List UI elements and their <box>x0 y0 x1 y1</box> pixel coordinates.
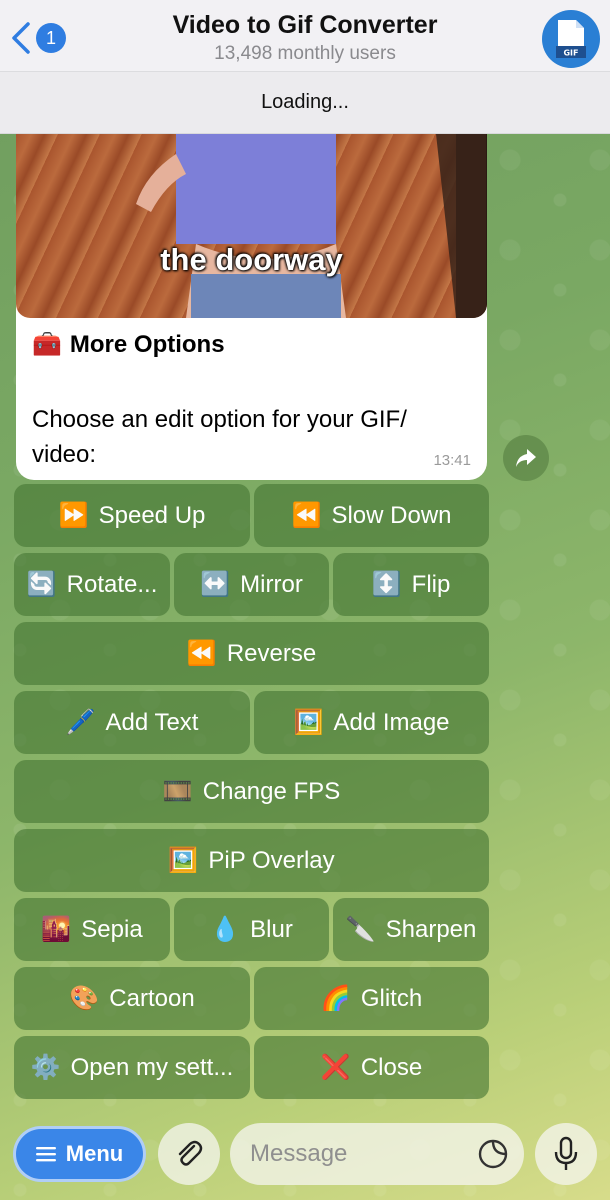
change-fps-button[interactable]: 🎞️ Change FPS <box>14 760 489 823</box>
droplet-icon: 💧 <box>210 916 241 943</box>
forward-button[interactable] <box>503 435 549 481</box>
reverse-button[interactable]: ⏪ Reverse <box>14 622 489 685</box>
message-body: Choose an edit option for your GIF/ vide… <box>32 406 407 468</box>
fast-forward-icon: ⏩ <box>58 502 89 529</box>
microphone-icon <box>554 1136 578 1170</box>
up-down-arrow-icon: ↕️ <box>371 571 402 598</box>
blur-label: Blur <box>250 915 293 943</box>
cross-mark-icon: ❌ <box>320 1054 351 1081</box>
cartoon-label: Cartoon <box>109 984 195 1012</box>
add-text-button[interactable]: 🖊️ Add Text <box>14 691 250 754</box>
sharpen-label: Sharpen <box>385 915 477 943</box>
cartoon-button[interactable]: 🎨 Cartoon <box>14 967 250 1030</box>
add-image-label: Add Image <box>333 708 450 736</box>
open-settings-button[interactable]: ⚙️ Open my sett... <box>14 1036 250 1099</box>
chat-header: 1 Video to Gif Converter 13,498 monthly … <box>0 0 610 72</box>
framed-picture-icon: 🖼️ <box>168 847 199 874</box>
toolbox-icon: 🧰 <box>32 331 62 358</box>
add-image-button[interactable]: 🖼️ Add Image <box>254 691 489 754</box>
rotate-button[interactable]: 🔄 Rotate... <box>14 553 170 616</box>
forward-arrow-icon <box>516 449 536 467</box>
change-fps-label: Change FPS <box>202 777 341 805</box>
knife-icon: 🔪 <box>345 916 376 943</box>
message-bubble[interactable]: the doorway 🧰 More Options Choose an edi… <box>16 134 487 480</box>
gif-frame-image <box>136 134 487 318</box>
blur-button[interactable]: 💧 Blur <box>174 898 329 961</box>
slow-down-label: Slow Down <box>331 501 452 529</box>
sepia-button[interactable]: 🌇 Sepia <box>14 898 170 961</box>
message-title-text: More Options <box>69 330 225 358</box>
pen-icon: 🖊️ <box>65 709 96 736</box>
mirror-button[interactable]: ↔️ Mirror <box>174 553 329 616</box>
open-settings-label: Open my sett... <box>70 1053 234 1081</box>
speed-up-button[interactable]: ⏩ Speed Up <box>14 484 250 547</box>
gear-icon: ⚙️ <box>30 1054 61 1081</box>
pip-overlay-label: PiP Overlay <box>208 846 335 874</box>
menu-label: Menu <box>65 1141 124 1166</box>
framed-picture-icon: 🖼️ <box>293 709 324 736</box>
loading-banner: Loading... <box>0 72 610 134</box>
gif-caption: the doorway <box>160 242 343 277</box>
gif-preview[interactable]: the doorway <box>16 134 487 318</box>
close-button[interactable]: ❌ Close <box>254 1036 489 1099</box>
glitch-button[interactable]: 🌈 Glitch <box>254 967 489 1030</box>
microphone-button[interactable] <box>535 1123 597 1185</box>
rotate-icon: 🔄 <box>26 571 57 598</box>
rotate-label: Rotate... <box>66 570 158 598</box>
message-time: 13:41 <box>433 452 471 469</box>
loading-text: Loading... <box>261 91 349 113</box>
menu-button[interactable]: Menu <box>13 1126 146 1182</box>
sepia-label: Sepia <box>81 915 143 943</box>
attach-button[interactable] <box>158 1123 220 1185</box>
glitch-label: Glitch <box>360 984 423 1012</box>
close-label: Close <box>360 1053 423 1081</box>
mirror-label: Mirror <box>240 570 303 598</box>
flip-label: Flip <box>411 570 451 598</box>
add-text-label: Add Text <box>105 708 199 736</box>
sticker-icon[interactable] <box>477 1138 509 1170</box>
chat-title[interactable]: Video to Gif Converter <box>0 11 610 40</box>
hamburger-icon <box>35 1147 56 1162</box>
gif-file-icon: GIF <box>556 20 586 58</box>
speed-up-label: Speed Up <box>98 501 206 529</box>
film-frames-icon: 🎞️ <box>162 778 193 805</box>
sharpen-button[interactable]: 🔪 Sharpen <box>333 898 489 961</box>
paperclip-icon <box>178 1140 203 1166</box>
bot-avatar[interactable]: GIF <box>542 10 600 68</box>
message-title: 🧰 More Options <box>32 330 225 359</box>
rewind-icon: ⏪ <box>186 640 217 667</box>
flip-button[interactable]: ↕️ Flip <box>333 553 489 616</box>
sunset-icon: 🌇 <box>41 916 72 943</box>
rainbow-icon: 🌈 <box>320 985 351 1012</box>
svg-text:GIF: GIF <box>563 49 578 58</box>
palette-icon: 🎨 <box>69 985 100 1012</box>
left-right-arrow-icon: ↔️ <box>200 571 231 598</box>
rewind-icon: ⏪ <box>291 502 322 529</box>
reverse-label: Reverse <box>226 639 317 667</box>
slow-down-button[interactable]: ⏪ Slow Down <box>254 484 489 547</box>
chat-subtitle: 13,498 monthly users <box>214 43 396 64</box>
pip-overlay-button[interactable]: 🖼️ PiP Overlay <box>14 829 489 892</box>
